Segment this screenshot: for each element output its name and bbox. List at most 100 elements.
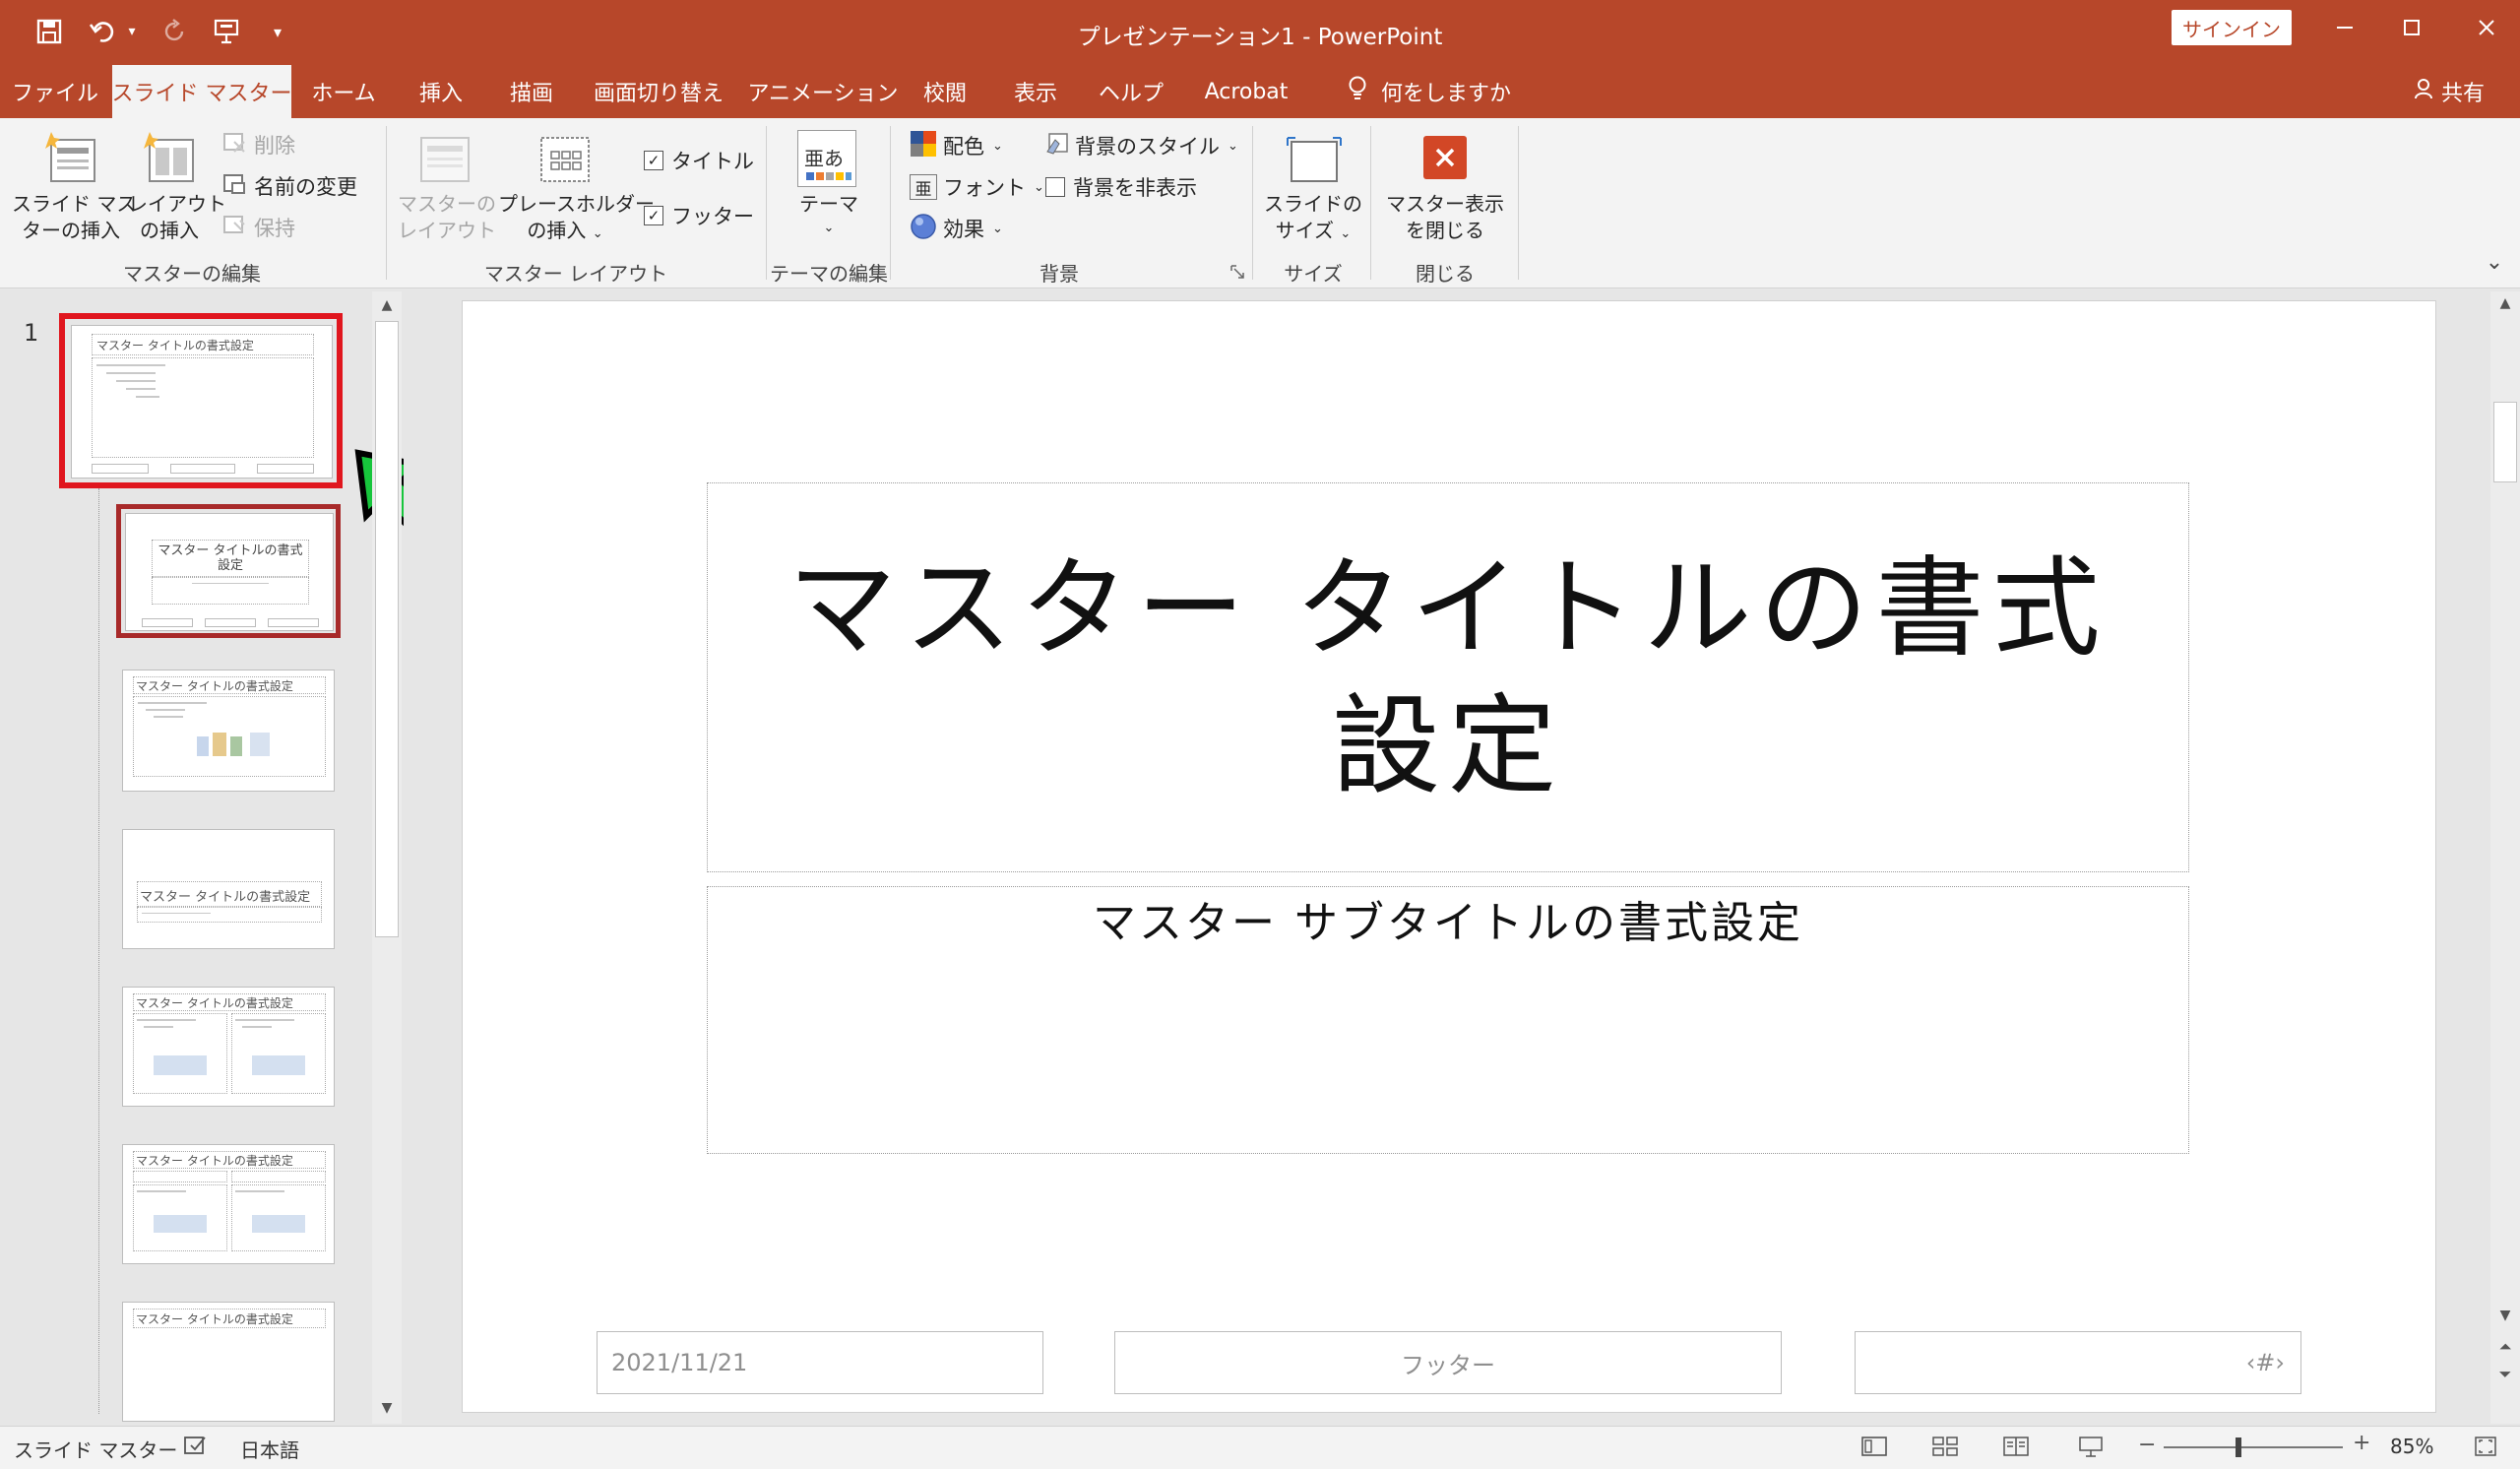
group-label-master-layout: マスター レイアウト [483, 262, 668, 286]
scroll-down-arrow-icon[interactable]: ▼ [375, 1396, 399, 1420]
footer-checkbox[interactable]: ✓ フッター [644, 201, 754, 230]
zoom-slider-thumb[interactable] [2236, 1437, 2241, 1457]
fonts-dropdown[interactable]: 亜 フォント ⌄ [910, 171, 1044, 203]
pin-icon [222, 215, 246, 241]
subtitle-placeholder[interactable]: マスター サブタイトルの書式設定 [707, 886, 2189, 1154]
scroll-down-arrow-icon[interactable]: ▼ [2493, 1304, 2517, 1327]
undo-icon[interactable] [85, 14, 120, 49]
thumb-content-icons [252, 1215, 305, 1233]
share-button[interactable]: 共有 [2400, 65, 2498, 118]
slide-size-button[interactable]: スライドの サイズ ⌄ [1260, 128, 1366, 248]
tab-home[interactable]: ホーム [301, 65, 386, 118]
collapse-ribbon-icon[interactable]: ⌄ [2481, 250, 2508, 275]
rename-icon [222, 173, 246, 200]
ribbon-display-options-icon[interactable] [2315, 8, 2374, 47]
tab-acrobat[interactable]: Acrobat [1195, 65, 1297, 118]
tab-help[interactable]: ヘルプ [1097, 65, 1166, 118]
tab-insert[interactable]: 挿入 [402, 65, 480, 118]
maximize-icon[interactable] [2382, 8, 2441, 47]
layout-thumbnail-title-content[interactable]: マスター タイトルの書式設定 [122, 670, 335, 792]
master-layout-label-1: マスターの [398, 192, 496, 216]
tab-file[interactable]: ファイル [0, 65, 110, 118]
close-master-label-2: を閉じる [1406, 219, 1484, 242]
save-icon[interactable] [32, 14, 67, 49]
customize-toolbar-icon[interactable]: ▾ [266, 14, 289, 49]
thumbnail-scrollbar-thumb[interactable] [375, 321, 399, 937]
fit-slide-icon[interactable] [2473, 1435, 2498, 1463]
slide-canvas[interactable]: マスター タイトルの書式 設定 マスター サブタイトルの書式設定 2021/11… [463, 301, 2435, 1412]
checkbox-checked-icon: ✓ [644, 151, 663, 170]
tab-review[interactable]: 校閲 [914, 65, 976, 118]
previous-slide-icon[interactable]: ⏶ [2493, 1335, 2517, 1359]
layout-thumbnail-section-header[interactable]: マスター タイトルの書式設定 [122, 829, 335, 949]
signin-button[interactable]: サインイン [2172, 10, 2292, 45]
preserve-button[interactable]: 保持 [222, 213, 295, 242]
zoom-level[interactable]: 85% [2390, 1435, 2433, 1458]
background-styles-dropdown[interactable]: 背景のスタイル ⌄ [1045, 130, 1238, 161]
layout-thumbnail-two-content[interactable]: マスター タイトルの書式設定 [122, 987, 335, 1107]
normal-view-icon[interactable] [1860, 1435, 1888, 1463]
tab-draw[interactable]: 描画 [492, 65, 571, 118]
slide-sorter-view-icon[interactable] [1931, 1435, 1959, 1463]
group-divider [766, 126, 767, 280]
slide-size-icon [1286, 134, 1343, 189]
scroll-up-arrow-icon[interactable]: ▲ [375, 293, 399, 317]
zoom-in-icon[interactable]: + [2353, 1431, 2370, 1455]
layout-thumbnail-title-slide[interactable]: マスター タイトルの書式設定 [125, 513, 334, 631]
reading-view-icon[interactable] [2002, 1435, 2030, 1463]
date-placeholder[interactable]: 2021/11/21 [597, 1331, 1043, 1394]
delete-button[interactable]: 削除 [222, 130, 295, 160]
thumb-title-text: マスター タイトルの書式設定 [136, 1154, 293, 1168]
insert-layout-button[interactable]: レイアウト の挿入 [128, 128, 226, 248]
zoom-slider-track[interactable] [2164, 1437, 2343, 1457]
zoom-out-icon[interactable]: − [2138, 1433, 2156, 1457]
footer-placeholder[interactable]: フッター [1114, 1331, 1782, 1394]
scroll-up-arrow-icon[interactable]: ▲ [2493, 291, 2517, 315]
tab-transitions[interactable]: 画面切り替え [589, 65, 728, 118]
colors-dropdown[interactable]: 配色 ⌄ [910, 130, 1003, 161]
thumb-body-box [231, 1184, 326, 1251]
tab-slide-master[interactable]: スライド マスター [112, 65, 292, 118]
present-from-start-icon[interactable] [209, 14, 244, 49]
master-layout-button[interactable]: マスターの レイアウト [398, 128, 496, 248]
thumb-title-box: マスター タイトルの書式設定 [137, 881, 322, 907]
master-thumbnail-selection[interactable]: マスター タイトルの書式設定 [59, 313, 343, 488]
thumb-text-line [106, 372, 156, 374]
slide-scrollbar-thumb[interactable] [2493, 402, 2517, 482]
close-master-view-button[interactable]: マスター表示 を閉じる [1378, 128, 1512, 248]
rename-button[interactable]: 名前の変更 [222, 171, 357, 201]
hide-background-checkbox[interactable]: 背景を非表示 [1045, 171, 1197, 203]
theme-button[interactable]: 亜あ テーマ ⌄ [788, 128, 870, 248]
tab-view[interactable]: 表示 [1004, 65, 1067, 118]
layout-thumbnail-comparison[interactable]: マスター タイトルの書式設定 [122, 1144, 335, 1264]
language-indicator[interactable]: 日本語 [240, 1435, 299, 1463]
title-placeholder[interactable]: マスター タイトルの書式 設定 [707, 482, 2189, 872]
thumb-footer-box [205, 618, 256, 627]
title-checkbox[interactable]: ✓ タイトル [644, 146, 754, 175]
chevron-down-icon: ⌄ [992, 138, 1003, 154]
master-subtitle-text[interactable]: マスター サブタイトルの書式設定 [708, 887, 2188, 950]
background-styles-icon [1045, 132, 1069, 160]
format-background-launcher-icon[interactable] [1230, 264, 1244, 279]
thumb-text-line [116, 380, 156, 382]
next-slide-icon[interactable]: ⏷ [2493, 1363, 2517, 1386]
master-layout-icon [417, 134, 472, 189]
tab-animations[interactable]: アニメーション [746, 65, 900, 118]
undo-dropdown-icon[interactable]: ▾ [122, 14, 142, 49]
insert-slide-master-button[interactable]: スライド マス ターの挿入 [12, 128, 136, 248]
slide-size-label-1: スライドの [1264, 192, 1362, 216]
master-thumbnail[interactable]: マスター タイトルの書式設定 [71, 325, 333, 479]
accessibility-check-icon[interactable] [183, 1435, 209, 1463]
layout-thumbnail-title-only[interactable]: マスター タイトルの書式設定 [122, 1302, 335, 1422]
redo-icon[interactable] [158, 14, 193, 49]
effects-dropdown[interactable]: 効果 ⌄ [910, 213, 1003, 244]
slide-number-placeholder[interactable]: ‹#› [1855, 1331, 2301, 1394]
tell-me-search[interactable]: 何をしますか [1331, 65, 1528, 118]
insert-placeholder-button[interactable]: プレースホルダー の挿入 ⌄ [498, 128, 655, 248]
layout-thumbnail-title-slide-selection[interactable]: マスター タイトルの書式設定 [116, 504, 341, 638]
master-title-text[interactable]: マスター タイトルの書式 設定 [708, 483, 2188, 871]
group-divider [1370, 126, 1371, 280]
insert-slide-master-label-2: ターの挿入 [22, 219, 120, 242]
close-window-icon[interactable] [2457, 8, 2516, 47]
slideshow-view-icon[interactable] [2077, 1435, 2105, 1463]
